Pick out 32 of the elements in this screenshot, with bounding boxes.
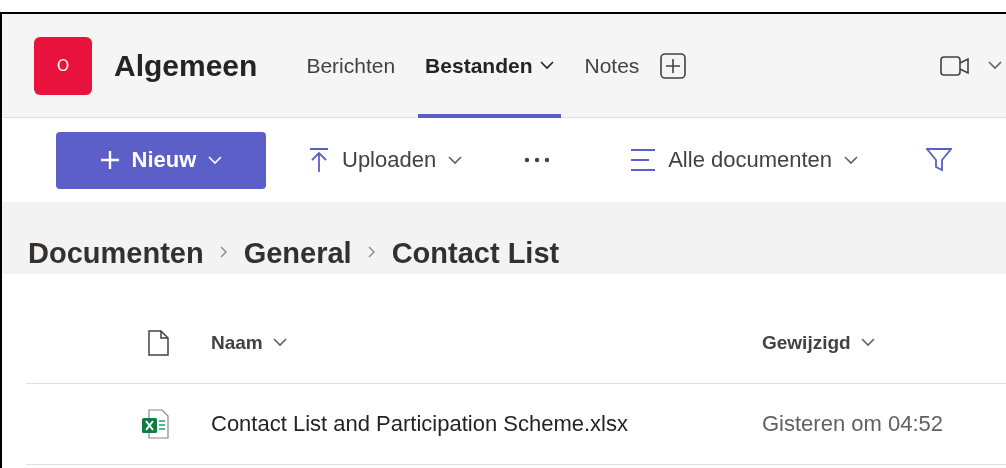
- plus-icon: [99, 150, 120, 170]
- chevron-down-icon: [988, 61, 1002, 70]
- upload-button[interactable]: Uploaden: [302, 146, 469, 174]
- column-header[interactable]: Naam: [211, 331, 287, 354]
- chevron-down-icon: [844, 155, 859, 165]
- file-name[interactable]: Contact List and Participation Scheme.xlsx: [211, 411, 762, 437]
- filter-icon[interactable]: [926, 147, 953, 173]
- channel-title: Algemeen: [114, 48, 258, 83]
- new-button[interactable]: Nieuw: [56, 131, 266, 189]
- upload-icon: [308, 147, 330, 173]
- tab[interactable]: Bestanden: [418, 13, 562, 118]
- breadcrumb-item[interactable]: Contact List: [391, 237, 560, 270]
- tab[interactable]: Berichten: [299, 13, 403, 118]
- list-view-icon: [630, 148, 657, 172]
- file-icon: [147, 329, 169, 356]
- breadcrumb-item[interactable]: Documenten: [28, 237, 204, 270]
- chevron-down-icon: [448, 155, 463, 165]
- chevron-down-icon: [272, 338, 287, 347]
- chevron-right-icon: [367, 246, 376, 258]
- column-header[interactable]: Gewijzigd: [762, 331, 875, 354]
- chevron-down-icon: [208, 155, 223, 165]
- spreadsheet-icon: [141, 409, 169, 439]
- modified-date: Gisteren om 04:52: [762, 411, 944, 437]
- breadcrumb-item[interactable]: General: [243, 237, 352, 270]
- tab[interactable]: Notes: [577, 13, 647, 118]
- video-camera-icon[interactable]: [940, 54, 970, 77]
- more-icon[interactable]: [524, 157, 551, 163]
- add-tab-icon[interactable]: [660, 52, 687, 79]
- team-avatar: O: [34, 36, 92, 95]
- chevron-right-icon: [219, 246, 228, 258]
- view-button[interactable]: Alle documenten: [624, 146, 865, 174]
- chevron-down-icon: [860, 338, 875, 347]
